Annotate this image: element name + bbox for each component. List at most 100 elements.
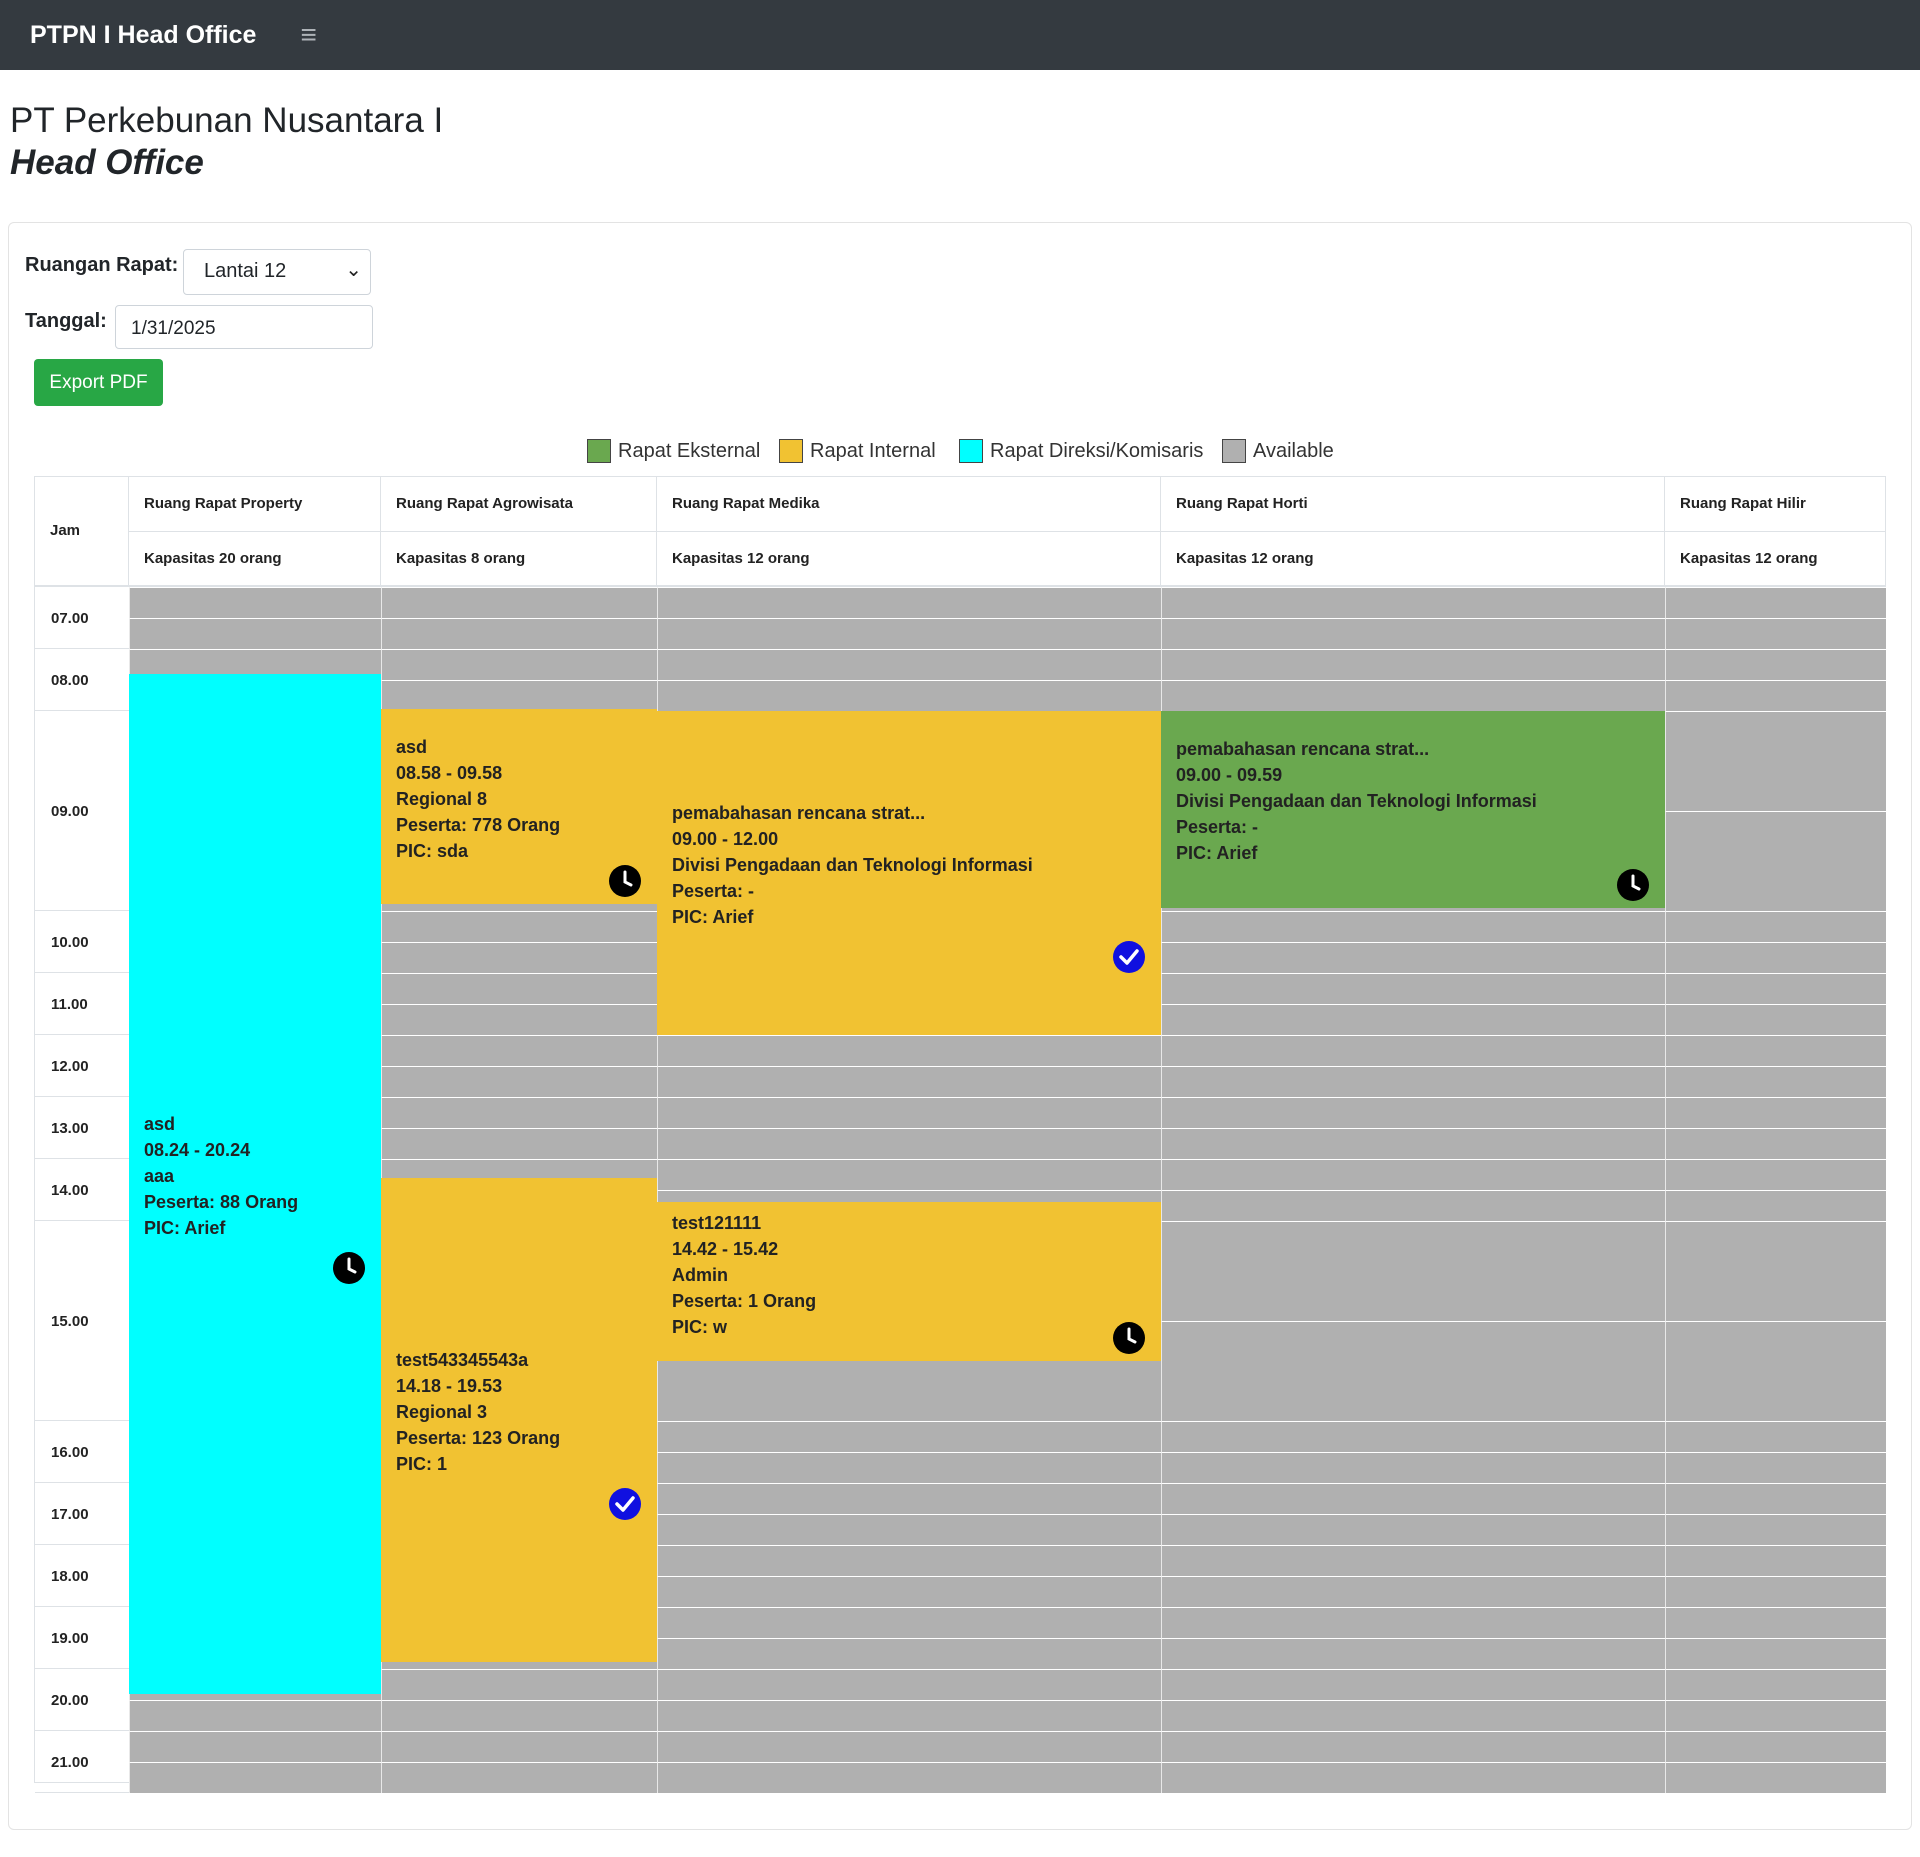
available-slot[interactable] bbox=[657, 1128, 1161, 1159]
available-slot[interactable] bbox=[1161, 1762, 1665, 1793]
available-slot[interactable] bbox=[657, 680, 1161, 711]
available-slot[interactable] bbox=[1161, 1545, 1665, 1576]
event-internal[interactable]: asd 08.58 - 09.58 Regional 8 Peserta: 778 O… bbox=[381, 708, 657, 905]
available-slot[interactable] bbox=[1161, 1731, 1665, 1762]
available-slot[interactable] bbox=[1665, 973, 1886, 1004]
available-slot[interactable] bbox=[1161, 1035, 1665, 1066]
available-slot[interactable] bbox=[657, 1421, 1161, 1452]
available-slot[interactable] bbox=[1665, 649, 1886, 680]
available-slot[interactable] bbox=[1161, 1128, 1665, 1159]
available-slot[interactable] bbox=[1665, 942, 1886, 973]
available-slot[interactable] bbox=[129, 587, 381, 618]
available-slot[interactable] bbox=[381, 1035, 657, 1066]
available-slot[interactable] bbox=[657, 1483, 1161, 1514]
available-slot[interactable] bbox=[657, 649, 1161, 680]
available-slot[interactable] bbox=[1665, 1700, 1886, 1731]
available-slot[interactable] bbox=[381, 942, 657, 973]
available-slot[interactable] bbox=[657, 1700, 1161, 1731]
available-slot[interactable] bbox=[1161, 1321, 1665, 1421]
brand[interactable]: PTPN I Head Office bbox=[30, 21, 256, 50]
available-slot[interactable] bbox=[1161, 973, 1665, 1004]
available-slot[interactable] bbox=[657, 1669, 1161, 1700]
available-slot[interactable] bbox=[381, 1004, 657, 1035]
available-slot[interactable] bbox=[381, 1731, 657, 1762]
available-slot[interactable] bbox=[1665, 1762, 1886, 1793]
available-slot[interactable] bbox=[1665, 711, 1886, 811]
available-slot[interactable] bbox=[1665, 680, 1886, 711]
available-slot[interactable] bbox=[1161, 1066, 1665, 1097]
available-slot[interactable] bbox=[1161, 942, 1665, 973]
available-slot[interactable] bbox=[657, 1545, 1161, 1576]
event-direksi[interactable]: asd 08.24 - 20.24 aaa Peserta: 88 Orang PIC:… bbox=[129, 673, 381, 1694]
available-slot[interactable] bbox=[1161, 1483, 1665, 1514]
available-slot[interactable] bbox=[1161, 649, 1665, 680]
available-slot[interactable] bbox=[1161, 1576, 1665, 1607]
available-slot[interactable] bbox=[381, 911, 657, 942]
available-slot[interactable] bbox=[1665, 1159, 1886, 1190]
available-slot[interactable] bbox=[657, 1762, 1161, 1793]
available-slot[interactable] bbox=[1161, 1700, 1665, 1731]
available-slot[interactable] bbox=[1161, 1159, 1665, 1190]
export-pdf-button[interactable]: Export PDF bbox=[34, 359, 163, 406]
available-slot[interactable] bbox=[1665, 1128, 1886, 1159]
available-slot[interactable] bbox=[1665, 1004, 1886, 1035]
available-slot[interactable] bbox=[1665, 1638, 1886, 1669]
hamburger-icon[interactable]: ≡ bbox=[300, 21, 316, 49]
available-slot[interactable] bbox=[1665, 1321, 1886, 1421]
available-slot[interactable] bbox=[1665, 587, 1886, 618]
available-slot[interactable] bbox=[1665, 1066, 1886, 1097]
available-slot[interactable] bbox=[657, 1607, 1161, 1638]
event-internal[interactable]: test543345543a 14.18 - 19.53 Regional 3 Pes… bbox=[381, 1177, 657, 1662]
available-slot[interactable] bbox=[381, 973, 657, 1004]
available-slot[interactable] bbox=[1161, 1190, 1665, 1221]
available-slot[interactable] bbox=[657, 1731, 1161, 1762]
available-slot[interactable] bbox=[1665, 1452, 1886, 1483]
available-slot[interactable] bbox=[657, 1035, 1161, 1066]
available-slot[interactable] bbox=[381, 1097, 657, 1128]
available-slot[interactable] bbox=[657, 587, 1161, 618]
available-slot[interactable] bbox=[1161, 1669, 1665, 1700]
available-slot[interactable] bbox=[657, 1097, 1161, 1128]
available-slot[interactable] bbox=[381, 649, 657, 680]
available-slot[interactable] bbox=[657, 1159, 1161, 1190]
available-slot[interactable] bbox=[381, 1700, 657, 1731]
available-slot[interactable] bbox=[1665, 811, 1886, 911]
available-slot[interactable] bbox=[381, 618, 657, 649]
available-slot[interactable] bbox=[1161, 1221, 1665, 1321]
available-slot[interactable] bbox=[1665, 1221, 1886, 1321]
available-slot[interactable] bbox=[1665, 1097, 1886, 1128]
available-slot[interactable] bbox=[1161, 1514, 1665, 1545]
available-slot[interactable] bbox=[381, 680, 657, 711]
available-slot[interactable] bbox=[1161, 1607, 1665, 1638]
available-slot[interactable] bbox=[1161, 911, 1665, 942]
event-eksternal[interactable]: pemabahasan rencana strat... 09.00 - 09.5… bbox=[1161, 711, 1665, 908]
available-slot[interactable] bbox=[1665, 1190, 1886, 1221]
available-slot[interactable] bbox=[1665, 1421, 1886, 1452]
available-slot[interactable] bbox=[1161, 1097, 1665, 1128]
available-slot[interactable] bbox=[381, 587, 657, 618]
available-slot[interactable] bbox=[381, 1762, 657, 1793]
available-slot[interactable] bbox=[657, 1638, 1161, 1669]
available-slot[interactable] bbox=[1161, 1421, 1665, 1452]
available-slot[interactable] bbox=[657, 618, 1161, 649]
available-slot[interactable] bbox=[1665, 618, 1886, 649]
available-slot[interactable] bbox=[381, 1066, 657, 1097]
available-slot[interactable] bbox=[129, 1762, 381, 1793]
available-slot[interactable] bbox=[1665, 1607, 1886, 1638]
available-slot[interactable] bbox=[129, 618, 381, 649]
available-slot[interactable] bbox=[1665, 1483, 1886, 1514]
available-slot[interactable] bbox=[129, 1700, 381, 1731]
available-slot[interactable] bbox=[1161, 1452, 1665, 1483]
available-slot[interactable] bbox=[1161, 1004, 1665, 1035]
available-slot[interactable] bbox=[657, 1514, 1161, 1545]
date-input[interactable]: 1/31/2025 bbox=[115, 305, 373, 349]
available-slot[interactable] bbox=[1161, 1638, 1665, 1669]
available-slot[interactable] bbox=[1665, 1669, 1886, 1700]
available-slot[interactable] bbox=[1665, 1035, 1886, 1066]
available-slot[interactable] bbox=[1665, 1731, 1886, 1762]
room-select[interactable]: Lantai 12 ⌄ bbox=[183, 249, 371, 295]
available-slot[interactable] bbox=[1161, 587, 1665, 618]
available-slot[interactable] bbox=[381, 1128, 657, 1159]
available-slot[interactable] bbox=[657, 1452, 1161, 1483]
event-internal[interactable]: test121111 14.42 - 15.42 Admin Peserta: 1 O… bbox=[657, 1202, 1161, 1361]
